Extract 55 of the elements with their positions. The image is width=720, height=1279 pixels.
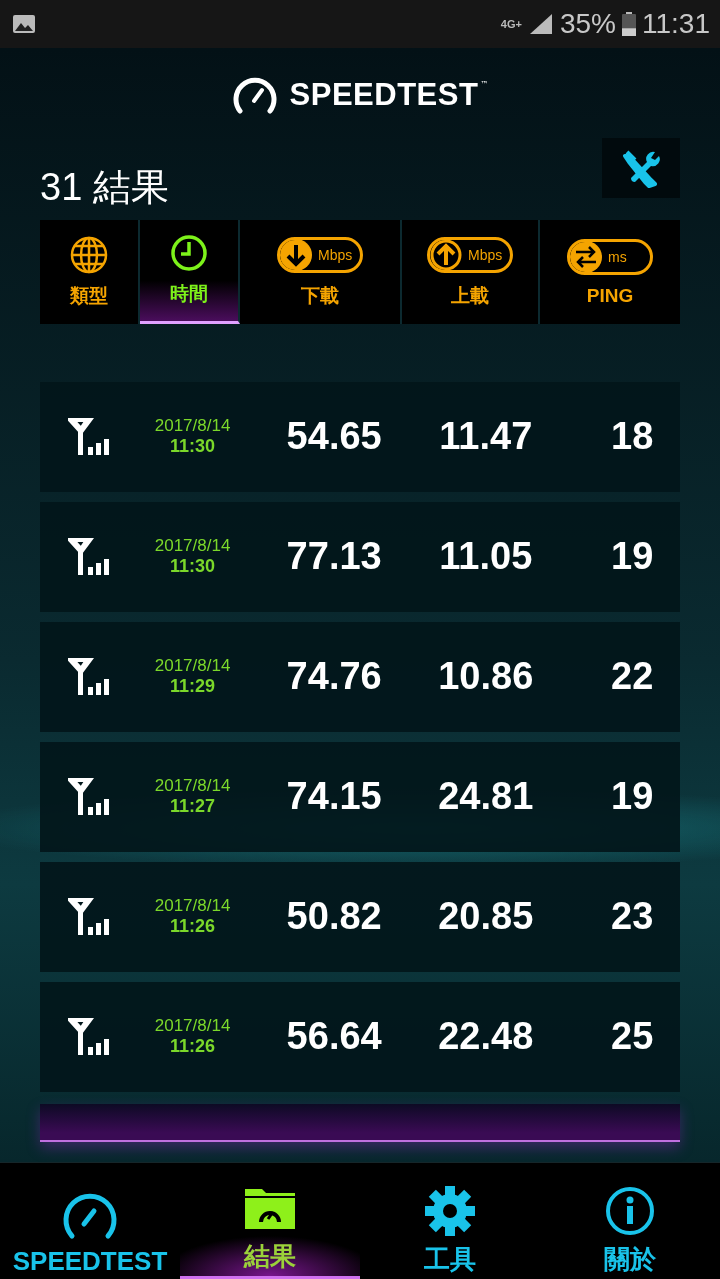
ping-value: 23 <box>610 895 655 939</box>
speedtest-logo: SPEEDTEST <box>289 76 479 113</box>
result-time: 11:30 <box>170 556 216 578</box>
up-arrow-icon <box>430 239 464 270</box>
ping-value: 19 <box>610 775 655 819</box>
ping-value: 19 <box>610 535 655 579</box>
trademark: ™ <box>480 79 489 89</box>
upload-speed: 11.05 <box>438 535 534 579</box>
picture-notification-icon <box>12 14 36 34</box>
result-time: 11:29 <box>170 676 216 698</box>
battery-percent: 35% <box>559 8 616 40</box>
clock: 11:31 <box>642 8 710 40</box>
download-speed: 77.13 <box>285 535 383 579</box>
result-row[interactable]: 2017/8/14 11:30 54.65 11.47 18 <box>40 381 680 492</box>
download-speed: 50.82 <box>285 895 383 939</box>
unit-badge: Mbps <box>427 236 513 273</box>
upload-speed: 11.47 <box>438 415 534 459</box>
result-row[interactable]: 2017/8/14 11:26 56.64 22.48 25 <box>40 981 680 1092</box>
globe-icon <box>69 234 109 275</box>
result-time: 11:30 <box>170 436 216 458</box>
ping-value: 22 <box>610 655 655 699</box>
download-speed: 54.65 <box>285 415 383 459</box>
unit-badge: Mbps <box>277 236 363 273</box>
result-date: 2017/8/14 <box>154 1016 231 1037</box>
result-row[interactable]: 2017/8/14 11:29 74.76 10.86 22 <box>40 621 680 732</box>
tools-button[interactable] <box>602 137 680 198</box>
upload-speed: 24.81 <box>437 775 535 819</box>
result-date: 2017/8/14 <box>154 536 231 557</box>
download-speed: 74.76 <box>285 655 383 699</box>
result-time: 11:27 <box>170 796 216 818</box>
result-row[interactable]: 2017/8/14 11:26 50.82 20.85 23 <box>40 861 680 972</box>
unit-badge: ms <box>567 238 653 275</box>
result-date: 2017/8/14 <box>154 656 231 677</box>
result-time: 11:26 <box>170 916 216 938</box>
result-row[interactable]: 2017/8/14 11:30 77.13 11.05 19 <box>40 501 680 612</box>
down-arrow-icon <box>280 239 314 270</box>
result-row[interactable]: 2017/8/14 11:27 74.15 24.81 19 <box>40 741 680 852</box>
battery-icon <box>622 12 636 36</box>
clock-icon <box>169 233 209 274</box>
results-count-title: 31 結果 <box>40 164 169 210</box>
upload-speed: 10.86 <box>437 655 535 699</box>
sort-tab[interactable]: 時間 <box>140 219 240 324</box>
result-date: 2017/8/14 <box>154 776 231 797</box>
ping-value: 18 <box>610 415 655 459</box>
result-date: 2017/8/14 <box>154 896 231 917</box>
download-speed: 56.64 <box>285 1015 383 1059</box>
result-date: 2017/8/14 <box>154 416 231 437</box>
upload-speed: 20.85 <box>437 895 535 939</box>
ping-value: 25 <box>610 1015 655 1059</box>
upload-speed: 22.48 <box>437 1015 535 1059</box>
network-type: 4G+ <box>500 18 522 30</box>
swap-arrows-icon <box>570 241 604 272</box>
result-time: 11:26 <box>170 1036 216 1058</box>
download-speed: 74.15 <box>285 775 383 819</box>
gear-icon <box>422 1186 478 1236</box>
